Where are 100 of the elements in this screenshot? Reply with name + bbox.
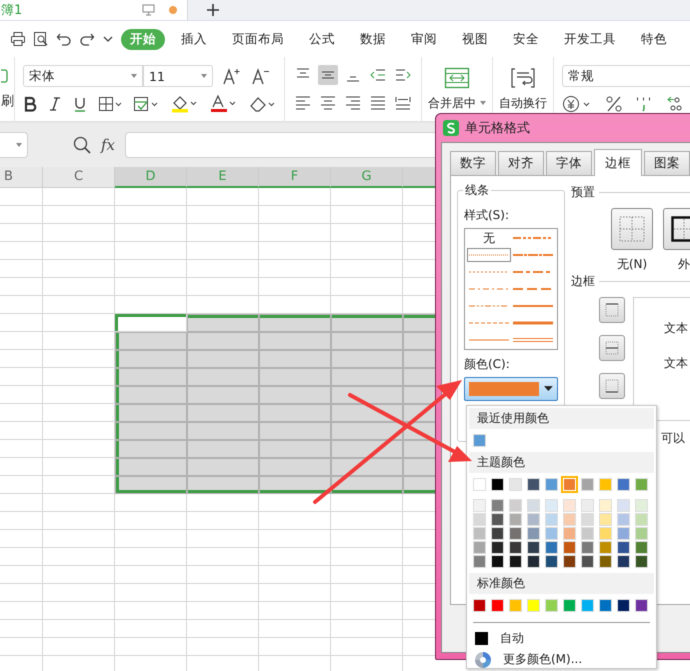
sheet-cell[interactable] (0, 188, 43, 206)
increase-font-icon[interactable] (222, 67, 242, 85)
color-swatch[interactable] (599, 478, 612, 491)
sheet-cell[interactable] (331, 368, 403, 386)
sheet-cell[interactable] (259, 566, 331, 584)
sheet-cell[interactable] (43, 620, 115, 638)
color-swatch[interactable] (527, 541, 540, 554)
dialog-tab[interactable]: 数字 (450, 151, 496, 175)
color-swatch[interactable] (509, 478, 522, 491)
sheet-cell[interactable] (187, 278, 259, 296)
color-swatch[interactable] (473, 555, 486, 568)
sheet-cell[interactable] (331, 314, 403, 332)
sheet-cell[interactable] (0, 260, 43, 278)
ribbon-tab[interactable]: 插入 (172, 28, 216, 50)
font-name-dropdown[interactable]: 宋体 (23, 65, 143, 87)
sheet-cell[interactable] (43, 206, 115, 224)
print-preview-icon[interactable] (33, 31, 49, 47)
sheet-cell[interactable] (259, 530, 331, 548)
dialog-tab[interactable]: 对齐 (498, 151, 544, 175)
color-swatch[interactable] (473, 499, 486, 512)
sheet-cell[interactable] (115, 242, 187, 260)
color-swatch[interactable] (473, 478, 486, 491)
bold-icon[interactable] (23, 96, 37, 112)
sheet-cell[interactable] (187, 458, 259, 476)
brush-icon[interactable] (1, 68, 9, 84)
column-header[interactable]: B (0, 167, 43, 188)
ribbon-tab[interactable]: 特色 (632, 28, 676, 50)
sheet-cell[interactable] (331, 224, 403, 242)
redo-icon[interactable] (79, 31, 95, 47)
align-middle-icon[interactable] (318, 65, 338, 85)
sheet-cell[interactable] (43, 584, 115, 602)
font-size-dropdown[interactable]: 11 (143, 65, 213, 87)
sheet-cell[interactable] (187, 512, 259, 530)
sheet-cell[interactable] (187, 188, 259, 206)
cell-style-icon[interactable] (133, 96, 159, 112)
middle-border-button[interactable] (599, 335, 625, 361)
color-swatch[interactable] (635, 478, 648, 491)
color-swatch[interactable] (473, 513, 486, 526)
sheet-cell[interactable] (187, 386, 259, 404)
sheet-cell[interactable] (259, 458, 331, 476)
sheet-cell[interactable] (115, 332, 187, 350)
color-swatch[interactable] (617, 555, 630, 568)
sheet-cell[interactable] (0, 512, 43, 530)
sheet-cell[interactable] (331, 638, 403, 656)
font-color-icon[interactable] (209, 95, 237, 113)
color-swatch[interactable] (491, 599, 504, 612)
color-swatch[interactable] (545, 599, 558, 612)
sheet-cell[interactable] (115, 260, 187, 278)
color-swatch[interactable] (509, 527, 522, 540)
color-swatch[interactable] (545, 541, 558, 554)
ribbon-tab[interactable]: 数据 (351, 28, 395, 50)
sheet-cell[interactable] (187, 548, 259, 566)
color-swatch[interactable] (635, 555, 648, 568)
ribbon-tab[interactable]: 审阅 (402, 28, 446, 50)
sheet-cell[interactable] (115, 620, 187, 638)
decrease-font-icon[interactable] (251, 67, 271, 85)
sheet-cell[interactable] (187, 494, 259, 512)
color-swatch[interactable] (509, 599, 522, 612)
sheet-cell[interactable] (0, 350, 43, 368)
sheet-cell[interactable] (331, 188, 403, 206)
sheet-cell[interactable] (259, 584, 331, 602)
bottom-border-button[interactable] (599, 373, 625, 399)
color-swatch[interactable] (581, 478, 594, 491)
ribbon-tab[interactable]: 页面布局 (223, 28, 293, 50)
sheet-cell[interactable] (259, 206, 331, 224)
sheet-cell[interactable] (187, 206, 259, 224)
color-swatch[interactable] (635, 513, 648, 526)
sheet-cell[interactable] (259, 368, 331, 386)
color-swatch[interactable] (527, 478, 540, 491)
line-color-dropdown[interactable] (464, 377, 558, 401)
name-box[interactable] (0, 132, 28, 158)
sheet-cell[interactable] (43, 314, 115, 332)
color-swatch[interactable] (617, 478, 630, 491)
dialog-tab[interactable]: 边框 (594, 149, 642, 176)
more-colors-item[interactable]: 更多颜色(M)... (469, 649, 654, 670)
color-swatch[interactable] (491, 527, 504, 540)
color-swatch[interactable] (617, 599, 630, 612)
sheet-cell[interactable] (331, 494, 403, 512)
sheet-cell[interactable] (259, 386, 331, 404)
sheet-cell[interactable] (115, 188, 187, 206)
color-swatch[interactable] (581, 513, 594, 526)
color-swatch[interactable] (491, 555, 504, 568)
sheet-cell[interactable] (259, 260, 331, 278)
sheet-cell[interactable] (0, 548, 43, 566)
sheet-cell[interactable] (331, 584, 403, 602)
sheet-cell[interactable] (43, 242, 115, 260)
sheet-cell[interactable] (187, 440, 259, 458)
sheet-cell[interactable] (331, 458, 403, 476)
sheet-cell[interactable] (43, 512, 115, 530)
sheet-cell[interactable] (115, 566, 187, 584)
color-swatch[interactable] (545, 527, 558, 540)
sheet-cell[interactable] (115, 206, 187, 224)
color-swatch[interactable] (599, 499, 612, 512)
sheet-cell[interactable] (0, 278, 43, 296)
color-swatch[interactable] (491, 499, 504, 512)
ribbon-tab[interactable]: 公式 (300, 28, 344, 50)
sheet-cell[interactable] (331, 332, 403, 350)
color-swatch[interactable] (581, 527, 594, 540)
borders-icon[interactable] (98, 96, 122, 112)
sheet-cell[interactable] (43, 224, 115, 242)
